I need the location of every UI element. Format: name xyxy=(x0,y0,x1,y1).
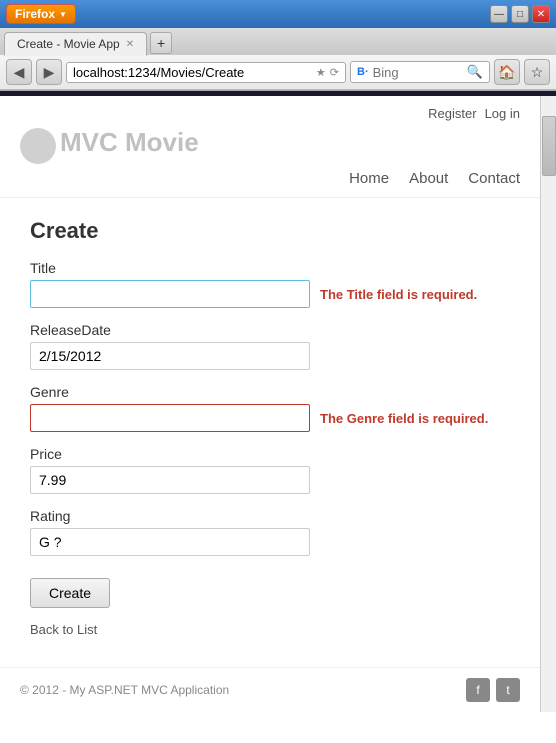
rating-group: Rating xyxy=(30,508,510,556)
title-label: Title xyxy=(30,260,510,276)
firefox-menu-button[interactable]: Firefox xyxy=(6,4,76,24)
rating-row xyxy=(30,528,510,556)
scrollbar[interactable] xyxy=(540,96,556,712)
page-content: Register Log in MVC Movie Home About Con… xyxy=(0,96,540,712)
maximize-icon: □ xyxy=(517,9,523,20)
release-date-group: ReleaseDate xyxy=(30,322,510,370)
browser-chrome: Firefox — □ ✕ Create - Movie App ✕ + ◀ xyxy=(0,0,556,91)
refresh-icon[interactable]: ⟳ xyxy=(330,66,339,79)
price-group: Price xyxy=(30,446,510,494)
bookmark-icon: ☆ xyxy=(531,64,544,81)
forward-button[interactable]: ▶ xyxy=(36,59,62,85)
star-icon[interactable]: ★ xyxy=(316,66,326,79)
navigation-bar: ◀ ▶ ★ ⟳ B· 🔍 🏠 ☆ xyxy=(0,55,556,90)
price-row xyxy=(30,466,510,494)
price-input[interactable] xyxy=(30,466,310,494)
create-button[interactable]: Create xyxy=(30,578,110,608)
nav-home[interactable]: Home xyxy=(349,170,389,187)
close-button[interactable]: ✕ xyxy=(532,5,550,23)
login-link[interactable]: Log in xyxy=(485,106,520,121)
footer-social-icons: f t xyxy=(466,678,520,702)
rating-input[interactable] xyxy=(30,528,310,556)
release-date-input[interactable] xyxy=(30,342,310,370)
close-icon: ✕ xyxy=(537,9,545,20)
new-tab-icon: + xyxy=(157,35,165,51)
release-date-label: ReleaseDate xyxy=(30,322,510,338)
title-bar: Firefox — □ ✕ xyxy=(0,0,556,28)
title-input[interactable] xyxy=(30,280,310,308)
title-group: Title The Title field is required. xyxy=(30,260,510,308)
app-header: Register Log in MVC Movie Home About Con… xyxy=(0,96,540,198)
active-tab[interactable]: Create - Movie App ✕ xyxy=(4,32,147,56)
genre-input[interactable] xyxy=(30,404,310,432)
back-to-list-link[interactable]: Back to List xyxy=(30,622,510,637)
logo-circle xyxy=(20,128,56,164)
genre-group: Genre The Genre field is required. xyxy=(30,384,510,432)
register-link[interactable]: Register xyxy=(428,106,476,121)
back-icon: ◀ xyxy=(14,64,25,81)
scroll-thumb[interactable] xyxy=(542,116,556,176)
bookmark-button[interactable]: ☆ xyxy=(524,59,550,85)
form-area: Create Title The Title field is required… xyxy=(0,198,540,667)
address-input[interactable] xyxy=(73,65,312,80)
minimize-button[interactable]: — xyxy=(490,5,508,23)
page-footer: © 2012 - My ASP.NET MVC Application f t xyxy=(0,667,540,712)
release-date-row xyxy=(30,342,510,370)
maximize-button[interactable]: □ xyxy=(511,5,529,23)
footer-copyright: © 2012 - My ASP.NET MVC Application xyxy=(20,683,229,697)
new-tab-button[interactable]: + xyxy=(150,32,172,54)
back-button[interactable]: ◀ xyxy=(6,59,32,85)
tab-close-icon[interactable]: ✕ xyxy=(126,39,134,50)
search-engine-logo: B· xyxy=(357,66,369,78)
price-label: Price xyxy=(30,446,510,462)
search-button[interactable]: 🔍 xyxy=(467,64,483,80)
tab-bar: Create - Movie App ✕ + xyxy=(0,28,556,55)
address-bar: ★ ⟳ xyxy=(66,62,346,83)
search-bar: B· 🔍 xyxy=(350,61,490,83)
search-input[interactable] xyxy=(373,65,463,80)
genre-validation-message: The Genre field is required. xyxy=(320,411,488,426)
page-title: Create xyxy=(30,218,510,244)
home-icon: 🏠 xyxy=(498,64,515,81)
firefox-label: Firefox xyxy=(15,7,55,21)
title-row: The Title field is required. xyxy=(30,280,510,308)
genre-row: The Genre field is required. xyxy=(30,404,510,432)
facebook-icon[interactable]: f xyxy=(466,678,490,702)
main-nav: Home About Contact xyxy=(20,170,520,187)
nav-about[interactable]: About xyxy=(409,170,448,187)
minimize-icon: — xyxy=(494,9,504,20)
twitter-icon[interactable]: t xyxy=(496,678,520,702)
home-button[interactable]: 🏠 xyxy=(494,59,520,85)
forward-icon: ▶ xyxy=(44,64,55,81)
app-logo: MVC Movie xyxy=(60,127,199,158)
rating-label: Rating xyxy=(30,508,510,524)
window-controls: — □ ✕ xyxy=(490,5,550,23)
nav-contact[interactable]: Contact xyxy=(468,170,520,187)
tab-title: Create - Movie App xyxy=(17,37,120,51)
genre-label: Genre xyxy=(30,384,510,400)
title-validation-message: The Title field is required. xyxy=(320,287,477,302)
header-actions: Register Log in xyxy=(20,106,520,121)
